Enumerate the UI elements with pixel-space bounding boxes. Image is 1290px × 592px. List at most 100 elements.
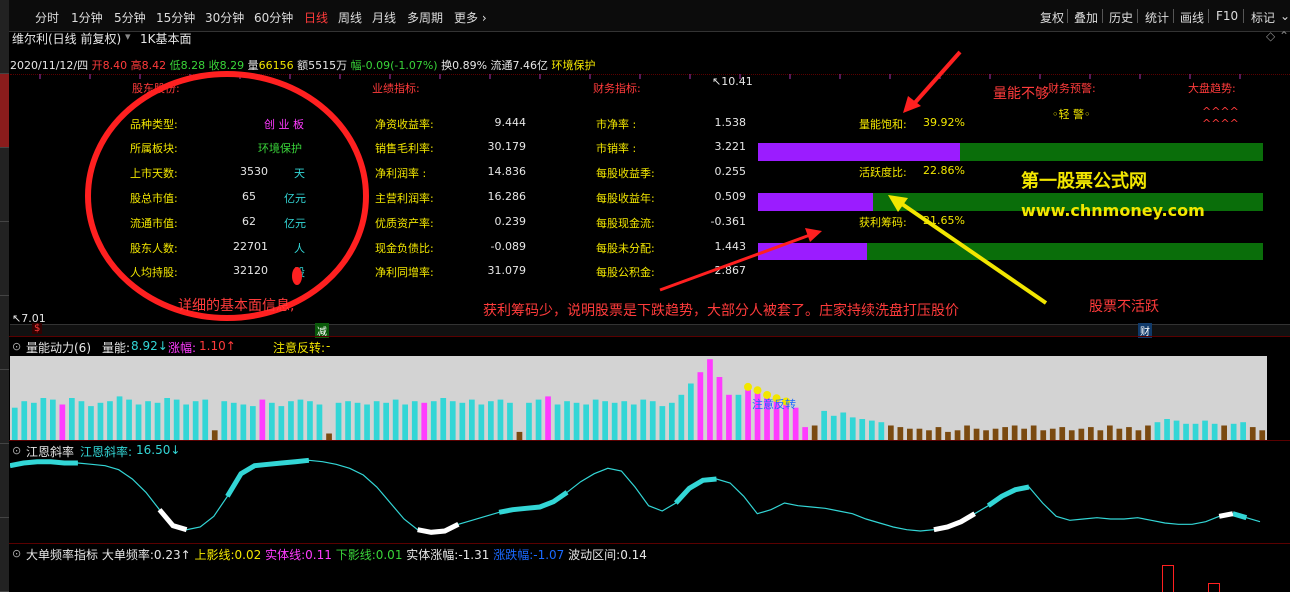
volume-bar xyxy=(430,401,437,440)
volume-bar xyxy=(230,402,237,440)
volume-bar xyxy=(630,404,637,440)
volume-bar xyxy=(116,396,123,440)
gann-slope-weak-segment xyxy=(933,511,976,533)
volume-bar xyxy=(240,404,247,440)
pane-divider xyxy=(9,440,1290,441)
volume-bar xyxy=(707,359,713,440)
volume-bar xyxy=(1249,427,1256,440)
volume-energy-chart xyxy=(11,359,1266,440)
f4-label: 下影线: xyxy=(335,548,376,562)
volume-bar xyxy=(316,404,323,440)
volume-bar xyxy=(154,402,161,440)
big-order-bar xyxy=(1162,565,1174,592)
volume-bar xyxy=(688,383,694,440)
volume-bar xyxy=(1221,425,1227,440)
volume-bar xyxy=(211,430,218,440)
volume-bar xyxy=(297,399,304,440)
volume-bar xyxy=(669,402,675,440)
volume-bar xyxy=(621,401,628,440)
volume-bar xyxy=(564,401,570,440)
volume-bar xyxy=(830,415,837,440)
volume-bar xyxy=(50,399,56,440)
volume-bar xyxy=(935,427,942,440)
circle-tail xyxy=(292,267,302,285)
volume-bar xyxy=(449,401,456,440)
indicator3-header: 大单频率指标 大单频率:0.23↑ 上影线:0.02 实体线:0.11 下影线:… xyxy=(26,546,647,563)
volume-bar xyxy=(107,401,113,440)
volume-bar xyxy=(1173,420,1180,440)
volume-bar xyxy=(583,404,589,440)
volume-bar xyxy=(411,401,418,440)
site-name: 第一股票公式网 xyxy=(1021,171,1147,192)
red-arrow-shaft xyxy=(659,233,811,292)
indicator1-name[interactable]: 量能动力(6) xyxy=(26,339,91,356)
volume-bar xyxy=(1192,423,1199,440)
volume-bar xyxy=(497,399,504,440)
volume-bar xyxy=(173,399,180,440)
red-arrow-head xyxy=(805,228,822,242)
indicator1-field1-value: 8.92↓ xyxy=(131,339,168,353)
reversal-marker-text: 注意反转 xyxy=(752,398,796,411)
f7-label: 波动区间: xyxy=(568,548,621,562)
volume-bar xyxy=(897,427,904,440)
volume-bar xyxy=(1145,425,1151,440)
volume-bar xyxy=(859,419,866,440)
volume-bar xyxy=(1211,423,1218,440)
f5-label: 实体涨幅: xyxy=(406,548,459,562)
gann-slope-strong-segment xyxy=(10,459,78,469)
indicator3-name[interactable]: 大单频率指标 xyxy=(26,548,98,562)
volume-bar xyxy=(1183,423,1189,440)
annotation-volume-insufficient: 量能不够 xyxy=(993,86,1049,102)
gann-slope-weak-segment xyxy=(417,522,460,535)
volume-bar xyxy=(278,406,285,440)
volume-bar xyxy=(345,401,351,440)
volume-bar xyxy=(1049,428,1056,440)
volume-bar xyxy=(869,420,875,440)
event-mark-row xyxy=(10,324,1290,336)
volume-bar xyxy=(250,406,256,440)
volume-bar xyxy=(459,402,466,440)
event-mark-dividend[interactable]: $ xyxy=(32,323,43,334)
volume-bar xyxy=(888,425,894,440)
volume-bar xyxy=(573,402,580,440)
volume-bar xyxy=(1240,422,1246,440)
volume-bar xyxy=(307,401,313,440)
volume-bar xyxy=(1059,427,1066,440)
volume-bar xyxy=(59,404,66,440)
volume-bar xyxy=(488,401,494,440)
indicator1-field2-value: 1.10↑ xyxy=(199,339,236,353)
volume-bar xyxy=(1135,430,1142,440)
chevron-down-icon[interactable]: ⊙ xyxy=(12,547,21,560)
volume-bar xyxy=(221,401,228,440)
yellow-arrow-head xyxy=(888,195,908,212)
volume-bar xyxy=(735,394,742,440)
f7-value: 0.14 xyxy=(620,548,647,562)
volume-bar xyxy=(992,428,999,440)
f5-value: -1.31 xyxy=(458,548,490,562)
volume-bar xyxy=(821,410,827,440)
volume-bar xyxy=(1078,428,1085,440)
volume-bar xyxy=(21,401,28,440)
f4-value: 0.01 xyxy=(375,548,403,562)
chevron-down-icon[interactable]: ⊙ xyxy=(12,340,21,353)
volume-bar xyxy=(516,431,523,440)
volume-bar xyxy=(611,402,618,440)
gann-slope-chart xyxy=(10,457,1261,535)
volume-bar xyxy=(507,402,513,440)
volume-bar xyxy=(1107,425,1113,440)
volume-bar xyxy=(716,377,723,440)
f1-label: 大单频率: xyxy=(101,548,154,562)
volume-bar xyxy=(945,431,951,440)
volume-bar xyxy=(916,428,923,440)
volume-bar xyxy=(145,401,151,440)
indicator1-field3-label: 注意反转: xyxy=(273,341,326,355)
f6-value: -1.07 xyxy=(533,548,565,562)
volume-bar xyxy=(69,398,75,440)
volume-bar xyxy=(31,402,37,440)
gann-slope-line xyxy=(10,459,1261,533)
annotation-profit-chips-note: 获利筹码少，说明股票是下跌趋势，大部分人被套了。庄家持续洗盘打压股价 xyxy=(483,303,959,319)
volume-bar xyxy=(97,402,104,440)
volume-bar xyxy=(88,406,94,440)
volume-bar xyxy=(288,401,294,440)
volume-bar xyxy=(640,399,647,440)
